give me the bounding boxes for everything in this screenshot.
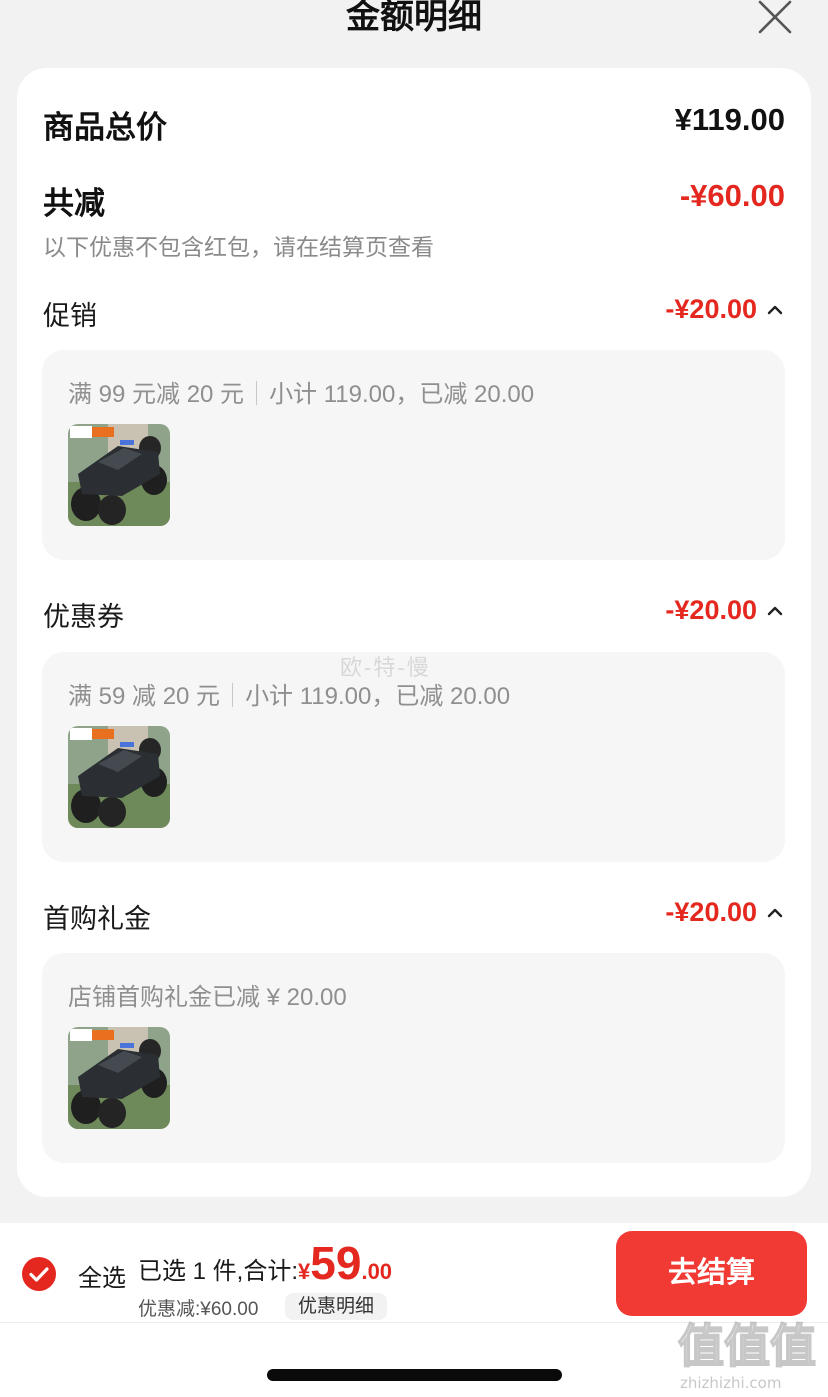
promotion-rule: 满 99 元减 20 元: [68, 381, 245, 408]
svg-text:值值值: 值值值: [678, 1319, 816, 1373]
checkout-button[interactable]: 去结算: [616, 1231, 807, 1316]
promotion-toggle[interactable]: -¥20.00: [665, 294, 785, 325]
rc-monster-truck-image: [68, 424, 170, 526]
rc-monster-truck-image: [68, 726, 170, 828]
promotion-desc: 满 99 元减 20 元小计 119.00，已减 20.00: [68, 374, 534, 409]
reduction-note: 以下优惠不包含红包，请在结算页查看: [43, 234, 434, 260]
promotion-detail-box: 满 99 元减 20 元小计 119.00，已减 20.00: [42, 350, 785, 560]
currency-symbol: ¥: [298, 1259, 311, 1284]
total-reduction-row: 共减 -¥60.00: [43, 178, 785, 223]
coupon-amount: -¥20.00: [665, 595, 757, 625]
chevron-up-icon: [767, 908, 783, 917]
total-decimal: .00: [361, 1259, 393, 1284]
product-thumbnail[interactable]: [68, 424, 170, 526]
total-integer: 59: [310, 1237, 362, 1289]
discount-summary: 优惠减:¥60.00: [138, 1299, 259, 1320]
divider: [232, 683, 234, 707]
promotion-amount: -¥20.00: [665, 294, 757, 324]
first-purchase-toggle[interactable]: -¥20.00: [665, 897, 785, 928]
promotion-subtotal: 小计 119.00，已减 20.00: [269, 381, 535, 408]
goods-total-label: 商品总价: [43, 110, 167, 145]
first-purchase-label: 首购礼金: [43, 904, 151, 934]
coupon-desc: 满 59 减 20 元小计 119.00，已减 20.00: [68, 676, 510, 711]
close-icon[interactable]: [756, 0, 794, 34]
selected-total-label: 已选 1 件,合计:: [138, 1258, 299, 1285]
product-thumbnail[interactable]: [68, 726, 170, 828]
chevron-up-icon: [767, 305, 783, 314]
discount-detail-button[interactable]: 优惠明细: [285, 1293, 388, 1320]
rc-monster-truck-image: [68, 1027, 170, 1129]
coupon-section-header[interactable]: 优惠券 -¥20.00: [43, 595, 785, 632]
amount-detail-card: 商品总价 ¥119.00 共减 -¥60.00 以下优惠不包含红包，请在结算页查…: [17, 68, 811, 1197]
home-indicator: [267, 1369, 562, 1381]
first-purchase-detail-box: 店铺首购礼金已减 ¥ 20.00: [42, 953, 785, 1163]
first-purchase-desc: 店铺首购礼金已减 ¥ 20.00: [68, 984, 347, 1011]
goods-total-row: 商品总价 ¥119.00: [43, 102, 785, 147]
coupon-rule: 满 59 减 20 元: [68, 683, 221, 710]
content-watermark: 欧-特-慢: [340, 655, 431, 680]
chevron-up-icon: [767, 606, 783, 615]
coupon-label: 优惠券: [43, 602, 124, 632]
coupon-detail-box: 满 59 减 20 元小计 119.00，已减 20.00: [42, 652, 785, 862]
reduction-label: 共减: [43, 186, 105, 221]
coupon-toggle[interactable]: -¥20.00: [665, 595, 785, 626]
coupon-subtotal: 小计 119.00，已减 20.00: [245, 683, 511, 710]
reduction-value: -¥60.00: [679, 178, 785, 213]
site-watermark-logo: 值值值 zhizhizhi.com: [677, 1318, 817, 1392]
selected-total: 已选 1 件,合计:¥59.00: [138, 1236, 392, 1290]
first-purchase-section-header[interactable]: 首购礼金 -¥20.00: [43, 897, 785, 934]
first-purchase-amount: -¥20.00: [665, 897, 757, 927]
checkbox-checked-icon[interactable]: [21, 1256, 57, 1292]
divider: [256, 381, 258, 405]
svg-text:zhizhizhi.com: zhizhizhi.com: [680, 1374, 781, 1392]
promotion-label: 促销: [43, 301, 97, 331]
product-thumbnail[interactable]: [68, 1027, 170, 1129]
goods-total-value: ¥119.00: [674, 102, 785, 137]
page-title: 金额明细: [346, 0, 482, 36]
select-all-label[interactable]: 全选: [78, 1258, 126, 1293]
promotion-section-header[interactable]: 促销 -¥20.00: [43, 294, 785, 331]
